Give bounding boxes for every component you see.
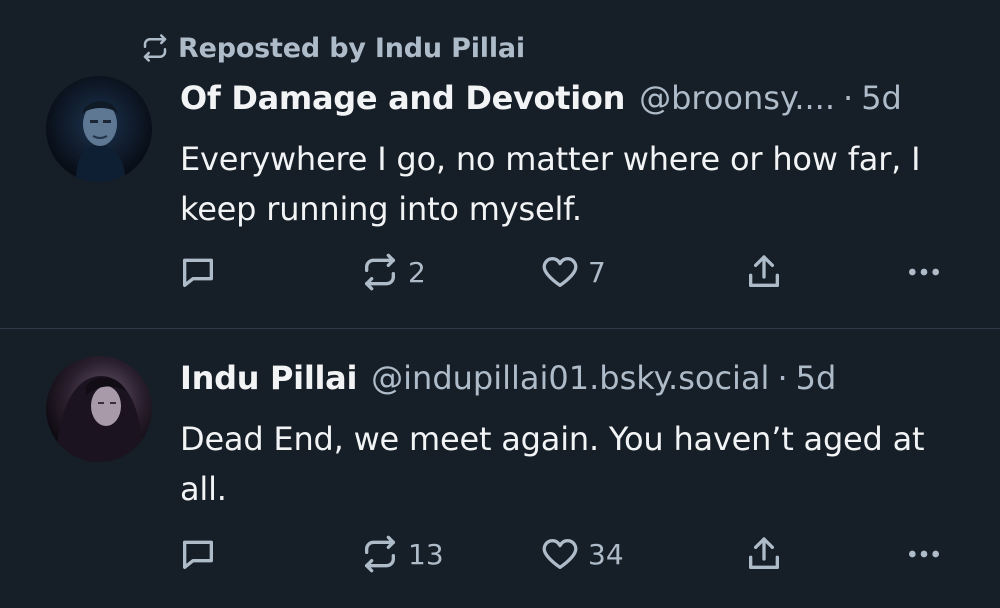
heart-icon <box>542 257 578 287</box>
author-name[interactable]: Of Damage and Devotion <box>180 76 625 120</box>
post-time[interactable]: 5d <box>796 356 837 400</box>
post-actions: 13 34 <box>0 532 1000 576</box>
more-button[interactable] <box>904 250 944 294</box>
author-name[interactable]: Indu Pillai <box>180 356 357 400</box>
repost-count: 2 <box>408 255 426 289</box>
post-header: Of Damage and Devotion @broonsy.... · 5d <box>180 76 902 120</box>
share-button[interactable] <box>744 532 784 576</box>
avatar[interactable] <box>46 356 152 462</box>
post-text: Dead End, we meet again. You haven’t age… <box>180 420 925 508</box>
post[interactable]: Indu Pillai @indupillai01.bsky.social · … <box>0 328 1000 608</box>
post-text: Everywhere I go, no matter where or how … <box>180 140 921 228</box>
more-icon <box>909 550 939 558</box>
more-icon <box>909 268 939 276</box>
like-count: 34 <box>588 537 624 571</box>
author-handle[interactable]: @broonsy.... <box>639 76 835 120</box>
share-icon <box>749 255 779 287</box>
repost-indicator[interactable]: Reposted by Indu Pillai <box>140 30 525 66</box>
post-time[interactable]: 5d <box>861 76 902 120</box>
author-handle[interactable]: @indupillai01.bsky.social <box>371 356 769 400</box>
like-button[interactable]: 34 <box>540 532 624 576</box>
like-count: 7 <box>588 255 606 289</box>
avatar[interactable] <box>46 76 152 182</box>
like-button[interactable]: 7 <box>540 250 606 294</box>
more-button[interactable] <box>904 532 944 576</box>
share-button[interactable] <box>744 250 784 294</box>
reply-button[interactable] <box>178 532 218 576</box>
reply-button[interactable] <box>178 250 218 294</box>
repost-count: 13 <box>408 537 444 571</box>
repost-button[interactable]: 2 <box>360 250 426 294</box>
time-separator: · <box>777 359 788 397</box>
reply-icon <box>183 258 213 287</box>
repost-icon <box>365 535 395 573</box>
repost-button[interactable]: 13 <box>360 532 444 576</box>
feed: Reposted by Indu Pillai Of Damage and De… <box>0 0 1000 608</box>
share-icon <box>749 537 779 569</box>
reply-icon <box>183 540 213 569</box>
repost-icon <box>365 253 395 291</box>
repost-label: Reposted by Indu Pillai <box>178 32 525 64</box>
heart-icon <box>542 539 578 569</box>
repost-icon <box>143 34 167 62</box>
post[interactable]: Reposted by Indu Pillai Of Damage and De… <box>0 0 1000 328</box>
post-actions: 2 7 <box>0 250 1000 294</box>
post-header: Indu Pillai @indupillai01.bsky.social · … <box>180 356 836 400</box>
time-separator: · <box>843 79 854 117</box>
